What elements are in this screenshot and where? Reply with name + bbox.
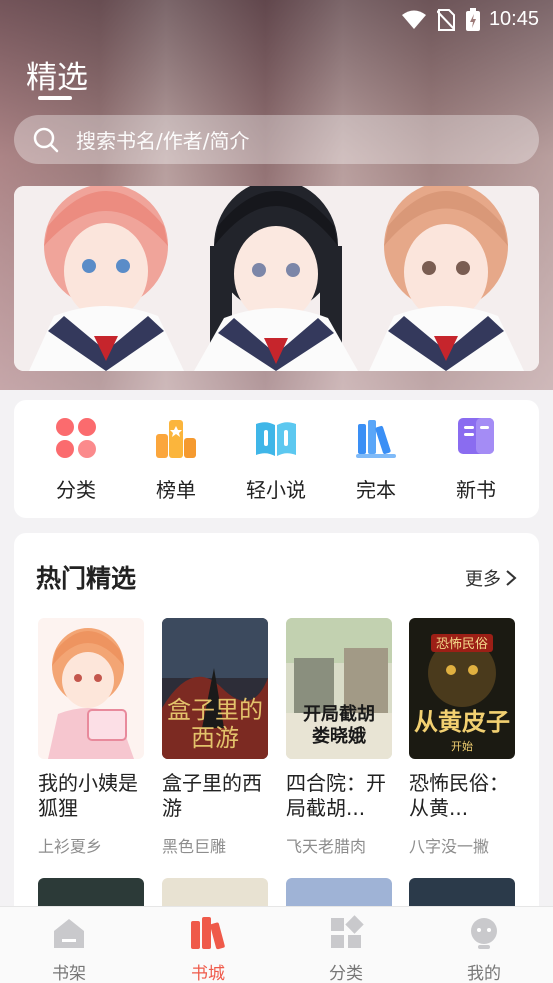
book-item[interactable]: 恐怖民俗 从黄皮子 开始 恐怖民俗：从黄... 八字没一撇 — [409, 618, 515, 857]
book-title: 四合院：开局截胡... — [286, 771, 386, 820]
book-cover — [38, 618, 144, 759]
hot-section-card: 热门精选 更多 我的小姨是狐狸 上衫夏乡 盒子里的 西游 盒子里的西游 黑色巨雕… — [14, 533, 539, 953]
book-author: 黑色巨雕 — [162, 837, 227, 856]
search-input[interactable]: 搜索书名/作者/简介 — [14, 115, 539, 164]
bookshelf-icon — [354, 416, 398, 460]
no-sim-icon — [437, 9, 455, 31]
quick-entry-card: 分类 榜单 轻小说 完本 新书 — [14, 400, 539, 518]
open-book-icon — [254, 416, 298, 460]
quick-entry-label: 新书 — [456, 478, 496, 502]
grid-icon — [54, 416, 98, 460]
nav-bookshelf[interactable]: 书架 — [29, 915, 109, 983]
book-author: 八字没一撇 — [409, 837, 490, 856]
quick-entry-label: 分类 — [56, 478, 96, 502]
quick-entry-category[interactable]: 分类 — [36, 416, 116, 503]
status-time: 10:45 — [488, 8, 539, 30]
book-item[interactable]: 我的小姨是狐狸 上衫夏乡 — [38, 618, 144, 857]
svg-text:娄晓娥: 娄晓娥 — [312, 725, 366, 747]
nav-label: 书架 — [52, 964, 86, 983]
book-title: 盒子里的西游 — [162, 771, 262, 820]
nav-label: 书城 — [191, 964, 225, 983]
quick-entry-label: 轻小说 — [246, 478, 306, 502]
svg-text:开始: 开始 — [451, 739, 473, 753]
svg-text:恐怖民俗: 恐怖民俗 — [436, 636, 488, 652]
page-title: 精选 — [26, 60, 88, 96]
book-item[interactable]: 盒子里的 西游 盒子里的西游 黑色巨雕 — [162, 618, 268, 857]
chevron-right-icon — [506, 570, 517, 586]
quick-entry-completed[interactable]: 完本 — [336, 416, 416, 503]
bottom-navigation: 书架 书城 分类 我的 — [0, 906, 553, 983]
quick-entry-light-novel[interactable]: 轻小说 — [236, 416, 316, 503]
title-underline — [38, 96, 72, 100]
book-author: 飞天老腊肉 — [286, 837, 367, 856]
wifi-icon — [402, 10, 426, 29]
profile-icon — [471, 918, 497, 949]
svg-text:盒子里的: 盒子里的 — [167, 696, 263, 724]
quick-entry-label: 完本 — [356, 478, 396, 502]
nav-profile[interactable]: 我的 — [444, 915, 524, 983]
category-icon — [331, 915, 364, 948]
section-title: 热门精选 — [36, 564, 137, 593]
nav-label: 我的 — [467, 964, 501, 983]
new-book-icon — [454, 416, 498, 460]
book-title: 我的小姨是狐狸 — [38, 771, 138, 820]
more-label: 更多 — [465, 569, 501, 590]
quick-entry-ranking[interactable]: 榜单 — [136, 416, 216, 503]
bookshelf-home-icon — [54, 919, 84, 948]
nav-category[interactable]: 分类 — [306, 915, 386, 983]
search-placeholder: 搜索书名/作者/简介 — [76, 129, 250, 153]
quick-entry-new-book[interactable]: 新书 — [436, 416, 516, 503]
status-icons — [401, 8, 481, 32]
banner-illustration — [14, 186, 539, 371]
banner-carousel[interactable] — [14, 186, 539, 371]
bookstore-icon — [191, 917, 225, 950]
nav-label: 分类 — [329, 964, 363, 983]
svg-text:从黄皮子: 从黄皮子 — [414, 707, 510, 736]
ranking-icon — [154, 416, 198, 460]
book-title: 恐怖民俗：从黄... — [409, 771, 509, 820]
search-icon — [33, 127, 59, 152]
battery-charging-icon — [466, 8, 480, 31]
more-link[interactable]: 更多 — [465, 565, 517, 591]
book-cover: 开局截胡 娄晓娥 — [286, 618, 392, 759]
book-cover: 恐怖民俗 从黄皮子 开始 — [409, 618, 515, 759]
quick-entry-label: 榜单 — [156, 478, 196, 502]
svg-text:西游: 西游 — [191, 724, 239, 752]
book-item[interactable]: 开局截胡 娄晓娥 四合院：开局截胡... 飞天老腊肉 — [286, 618, 392, 857]
status-bar: 10:45 — [0, 0, 553, 40]
book-author: 上衫夏乡 — [38, 837, 103, 856]
nav-bookstore[interactable]: 书城 — [168, 915, 248, 983]
book-cover: 盒子里的 西游 — [162, 618, 268, 759]
svg-text:开局截胡: 开局截胡 — [303, 703, 375, 725]
